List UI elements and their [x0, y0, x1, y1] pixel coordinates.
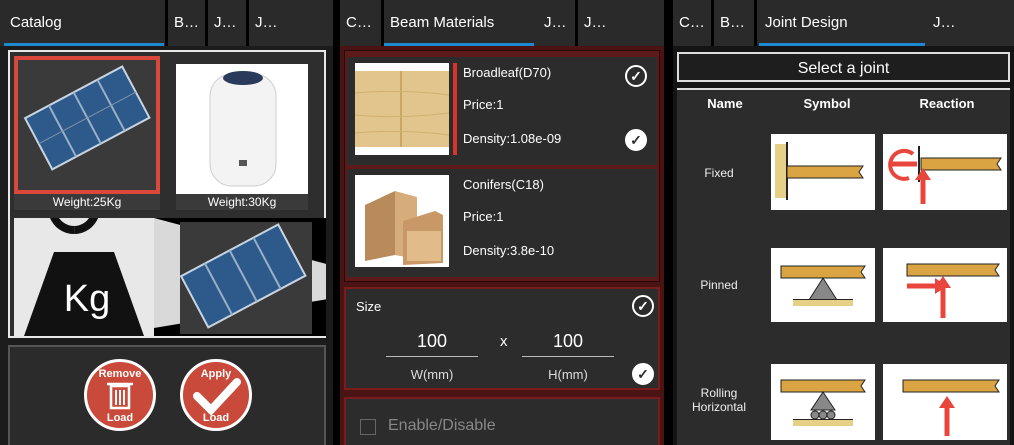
- tab-joint-2[interactable]: Joi...: [249, 0, 289, 46]
- load-actions: Remove Load Apply Load: [8, 345, 326, 445]
- tab-catalog[interactable]: Cat...: [340, 0, 382, 46]
- height-input[interactable]: 100: [522, 331, 614, 357]
- pin-support-icon: [780, 265, 866, 306]
- apply-load-button[interactable]: Apply Load: [180, 359, 252, 431]
- enable-toggle-row: Enable/Disable: [344, 397, 660, 445]
- rolling-joint-symbol[interactable]: [771, 364, 875, 440]
- water-heater-icon: [209, 71, 277, 187]
- tab-joint-2[interactable]: Joi...: [927, 0, 965, 46]
- height-unit-label: H(mm): [548, 367, 588, 382]
- tab-catalog[interactable]: Cat...: [673, 0, 711, 46]
- material-price: Price:1: [463, 209, 504, 224]
- joint-design-panel: Cat... Be... Joint Design Joi... Select …: [673, 0, 1014, 445]
- tab-beam-materials[interactable]: Beam Materials: [384, 0, 534, 46]
- material-card-conifers[interactable]: Conifers(C18) Price:1 Density:3.8e-10: [347, 169, 657, 277]
- enable-checkbox[interactable]: [360, 419, 376, 435]
- material-name: Broadleaf(D70): [463, 65, 552, 80]
- weight-label: Weight:30Kg: [176, 194, 308, 210]
- custom-check-icon[interactable]: ✓: [625, 65, 647, 87]
- tab-joint-1[interactable]: Joi...: [208, 0, 246, 46]
- dimension-separator: x: [500, 333, 508, 350]
- material-card-broadleaf[interactable]: Broadleaf(D70) Price:1 Density:1.08e-09 …: [347, 57, 657, 165]
- tab-bar: Cat... Be... Joint Design Joi...: [673, 0, 1014, 46]
- solar-panel-icon: [179, 223, 307, 329]
- material-price: Price:1: [463, 97, 504, 112]
- material-name: Conifers(C18): [463, 177, 544, 192]
- catalog-item-solar-panel[interactable]: [14, 56, 160, 194]
- tab-beam[interactable]: Be...: [168, 0, 204, 46]
- weight-label: Weight:25Kg: [14, 194, 160, 210]
- tab-joint-2[interactable]: Joi...: [578, 0, 618, 46]
- column-header-reaction: Reaction: [919, 96, 975, 111]
- wood-plank-image: [354, 63, 450, 155]
- solar-panel-icon: [23, 65, 151, 171]
- fixed-support-icon: [775, 142, 864, 200]
- pin-reaction-icon: [906, 263, 1000, 318]
- joint-table: Name Symbol Reaction Fixed Pinned Rollin…: [677, 88, 1010, 445]
- material-density: Density:1.08e-09: [463, 131, 562, 146]
- column-header-name: Name: [707, 96, 743, 111]
- custom-check-icon[interactable]: ✓: [632, 295, 654, 317]
- tab-bar: Catalog Be... Joi... Joi...: [0, 0, 333, 46]
- fixed-joint-reaction[interactable]: [883, 134, 1007, 210]
- width-unit-label: W(mm): [410, 367, 454, 382]
- catalog-panel: Catalog Be... Joi... Joi... Weight:25Kg: [0, 0, 333, 445]
- joint-name-fixed: Fixed: [704, 166, 734, 180]
- wood-plank-icon: [354, 71, 450, 147]
- kg-label: Kg: [63, 278, 111, 320]
- tab-joint-1[interactable]: Joi...: [538, 0, 574, 46]
- catalog-grid: Weight:25Kg Weight:30Kg Kg: [8, 50, 333, 338]
- material-list: Broadleaf(D70) Price:1 Density:1.08e-09 …: [344, 50, 660, 282]
- roller-support-icon: [780, 379, 866, 426]
- roller-reaction-icon: [902, 379, 1000, 436]
- tab-bar: Cat... Beam Materials Joi... Joi...: [340, 0, 664, 46]
- beam-materials-panel: Cat... Beam Materials Joi... Joi... Broa…: [340, 0, 664, 445]
- fixed-reaction-icon: [888, 146, 1002, 204]
- dragged-solar-panel[interactable]: [179, 222, 312, 334]
- check-icon[interactable]: ✓: [632, 363, 654, 385]
- remove-load-button[interactable]: Remove Load: [84, 359, 156, 431]
- rolling-joint-reaction[interactable]: [883, 364, 1007, 440]
- size-label: Size: [356, 299, 382, 314]
- timber-image: [355, 175, 449, 267]
- joint-name-pinned: Pinned: [700, 278, 738, 292]
- selected-indicator: [453, 63, 457, 155]
- pinned-joint-symbol[interactable]: [771, 248, 875, 322]
- width-input[interactable]: 100: [386, 331, 478, 357]
- pinned-joint-reaction[interactable]: [883, 248, 1007, 322]
- enable-label: Enable/Disable: [388, 417, 496, 434]
- tab-catalog[interactable]: Catalog: [4, 0, 164, 46]
- material-density: Density:3.8e-10: [463, 243, 555, 258]
- tab-beam[interactable]: Be...: [714, 0, 754, 46]
- timber-beams-icon: [365, 191, 443, 265]
- joint-name-rolling-horizontal: Rolling Horizontal: [691, 386, 747, 414]
- load-preview: Kg: [14, 182, 333, 336]
- tab-joint-design[interactable]: Joint Design: [759, 0, 925, 46]
- catalog-item-water-heater[interactable]: [176, 64, 308, 194]
- select-joint-header: Select a joint: [677, 52, 1010, 82]
- column-header-symbol: Symbol: [803, 96, 851, 111]
- fixed-joint-symbol[interactable]: [771, 134, 875, 210]
- check-icon[interactable]: ✓: [625, 129, 647, 151]
- size-editor: Size ✓ 100 x 100 W(mm) H(mm) ✓: [344, 287, 660, 390]
